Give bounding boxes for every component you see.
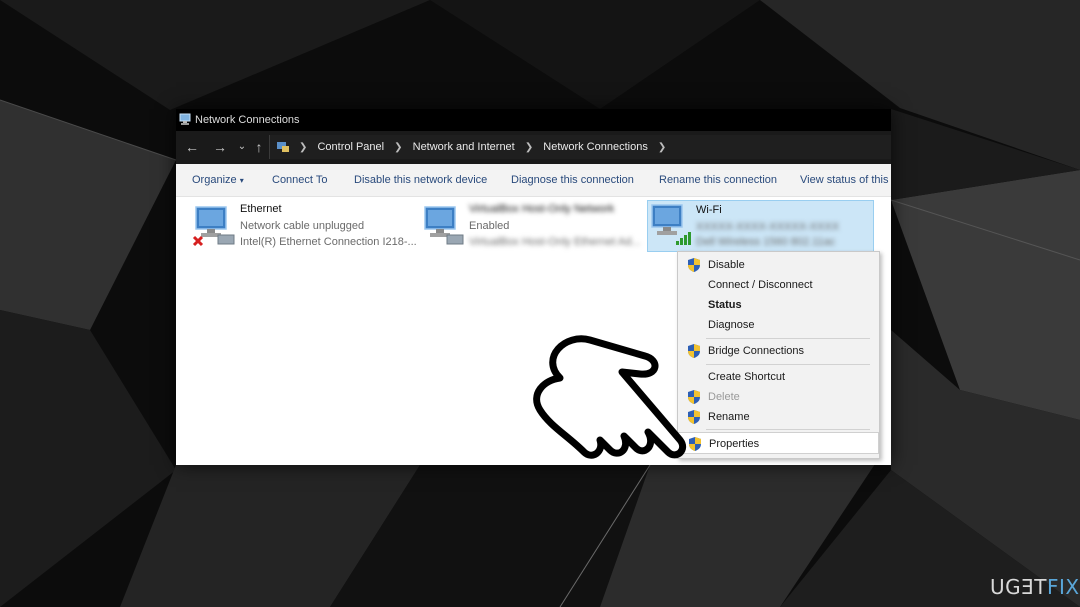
view-status-button[interactable]: View status of this — [800, 174, 888, 186]
connection-device: Dell Wireless 1560 802.11ac — [696, 236, 836, 248]
uac-shield-icon — [688, 258, 700, 272]
logo-prefix: UG — [990, 575, 1022, 599]
connection-status: XXXXX-XXXX-XXXXX-XXXX — [696, 221, 840, 233]
connection-item-wifi[interactable]: Wi-Fi XXXXX-XXXX-XXXXX-XXXX Dell Wireles… — [647, 200, 874, 252]
menu-item-diagnose[interactable]: Diagnose — [678, 315, 879, 335]
connection-item-ethernet[interactable]: Ethernet Network cable unplugged Intel(R… — [192, 203, 422, 255]
connection-name: Wi-Fi — [696, 204, 722, 216]
breadcrumb: ❯ Control Panel ❯ Network and Internet ❯… — [292, 141, 673, 153]
menu-item-rename[interactable]: Rename — [678, 407, 879, 427]
logo-mid: T — [1034, 575, 1047, 599]
disable-device-button[interactable]: Disable this network device — [354, 174, 487, 186]
menu-separator — [706, 364, 870, 365]
menu-item-disable[interactable]: Disable — [678, 255, 879, 275]
arrow-up-icon[interactable]: ↑ — [251, 139, 267, 155]
control-panel-icon — [277, 142, 289, 152]
menu-item-connect-disconnect[interactable]: Connect / Disconnect — [678, 275, 879, 295]
chevron-right-icon[interactable]: ❯ — [658, 142, 666, 153]
connection-name: Ethernet — [240, 203, 282, 215]
menu-item-bridge-connections[interactable]: Bridge Connections — [678, 341, 879, 361]
menu-item-label: Diagnose — [708, 319, 755, 331]
menu-item-label: Create Shortcut — [708, 371, 786, 383]
wifi-adapter-icon — [651, 204, 691, 245]
menu-item-label: Connect / Disconnect — [708, 279, 813, 291]
menu-item-delete: Delete — [678, 387, 879, 407]
network-connections-app-icon — [179, 113, 191, 125]
window-title: Network Connections — [195, 114, 300, 126]
ugetfix-logo: UGƎTFIX — [990, 575, 1080, 599]
chevron-down-icon[interactable]: ⌄ — [234, 139, 250, 155]
menu-item-label: Rename — [708, 411, 750, 423]
logo-glyph: Ǝ — [1021, 575, 1035, 599]
ethernet-adapter-icon — [192, 206, 235, 247]
command-bar: Organize ▾ Connect To Disable this netwo… — [176, 164, 891, 197]
arrow-right-icon[interactable]: → — [212, 139, 228, 155]
connection-device: Intel(R) Ethernet Connection I218-... — [240, 236, 417, 248]
network-adapter-icon — [424, 206, 464, 245]
organize-button[interactable]: Organize ▾ — [192, 174, 244, 186]
context-menu: Disable Connect / Disconnect Status Diag… — [677, 251, 880, 459]
menu-item-create-shortcut[interactable]: Create Shortcut — [678, 367, 879, 387]
menu-item-label: Delete — [708, 391, 740, 403]
hand-pointer-icon — [533, 335, 687, 459]
dropdown-arrow-icon: ▾ — [239, 176, 244, 185]
menu-item-label: Properties — [709, 438, 760, 450]
connection-device: VirtualBox Host-Only Ethernet Ad... — [469, 236, 641, 248]
connection-status: Enabled — [469, 220, 510, 232]
menu-item-label: Disable — [708, 259, 745, 271]
address-bar: ← → ⌄ ↑ ❯ Control Panel ❯ Network and In… — [176, 131, 891, 164]
menu-item-label: Status — [708, 299, 742, 311]
logo-suffix: FIX — [1047, 575, 1080, 599]
menu-separator — [706, 338, 870, 339]
chevron-right-icon[interactable]: ❯ — [394, 142, 402, 153]
connect-to-button[interactable]: Connect To — [272, 174, 327, 186]
connection-status: Network cable unplugged — [240, 220, 365, 232]
chevron-right-icon[interactable]: ❯ — [525, 142, 533, 153]
connection-name: VirtualBox Host-Only Network — [469, 203, 615, 215]
menu-item-label: Bridge Connections — [708, 345, 805, 357]
menu-separator — [706, 429, 870, 430]
chevron-right-icon: ❯ — [299, 142, 308, 153]
breadcrumb-network-connections[interactable]: Network Connections — [543, 141, 648, 153]
rename-connection-button[interactable]: Rename this connection — [659, 174, 777, 186]
menu-item-properties[interactable]: Properties — [678, 432, 879, 454]
address-field[interactable]: ❯ Control Panel ❯ Network and Internet ❯… — [269, 135, 891, 159]
organize-label: Organize — [192, 174, 237, 186]
arrow-left-icon[interactable]: ← — [184, 139, 200, 155]
title-bar: Network Connections — [176, 109, 891, 131]
menu-item-status[interactable]: Status — [678, 295, 879, 315]
breadcrumb-network-and-internet[interactable]: Network and Internet — [413, 141, 515, 153]
connection-item-virtualbox[interactable]: VirtualBox Host-Only Network Enabled Vir… — [421, 203, 641, 255]
breadcrumb-control-panel[interactable]: Control Panel — [317, 141, 384, 153]
diagnose-connection-button[interactable]: Diagnose this connection — [511, 174, 634, 186]
